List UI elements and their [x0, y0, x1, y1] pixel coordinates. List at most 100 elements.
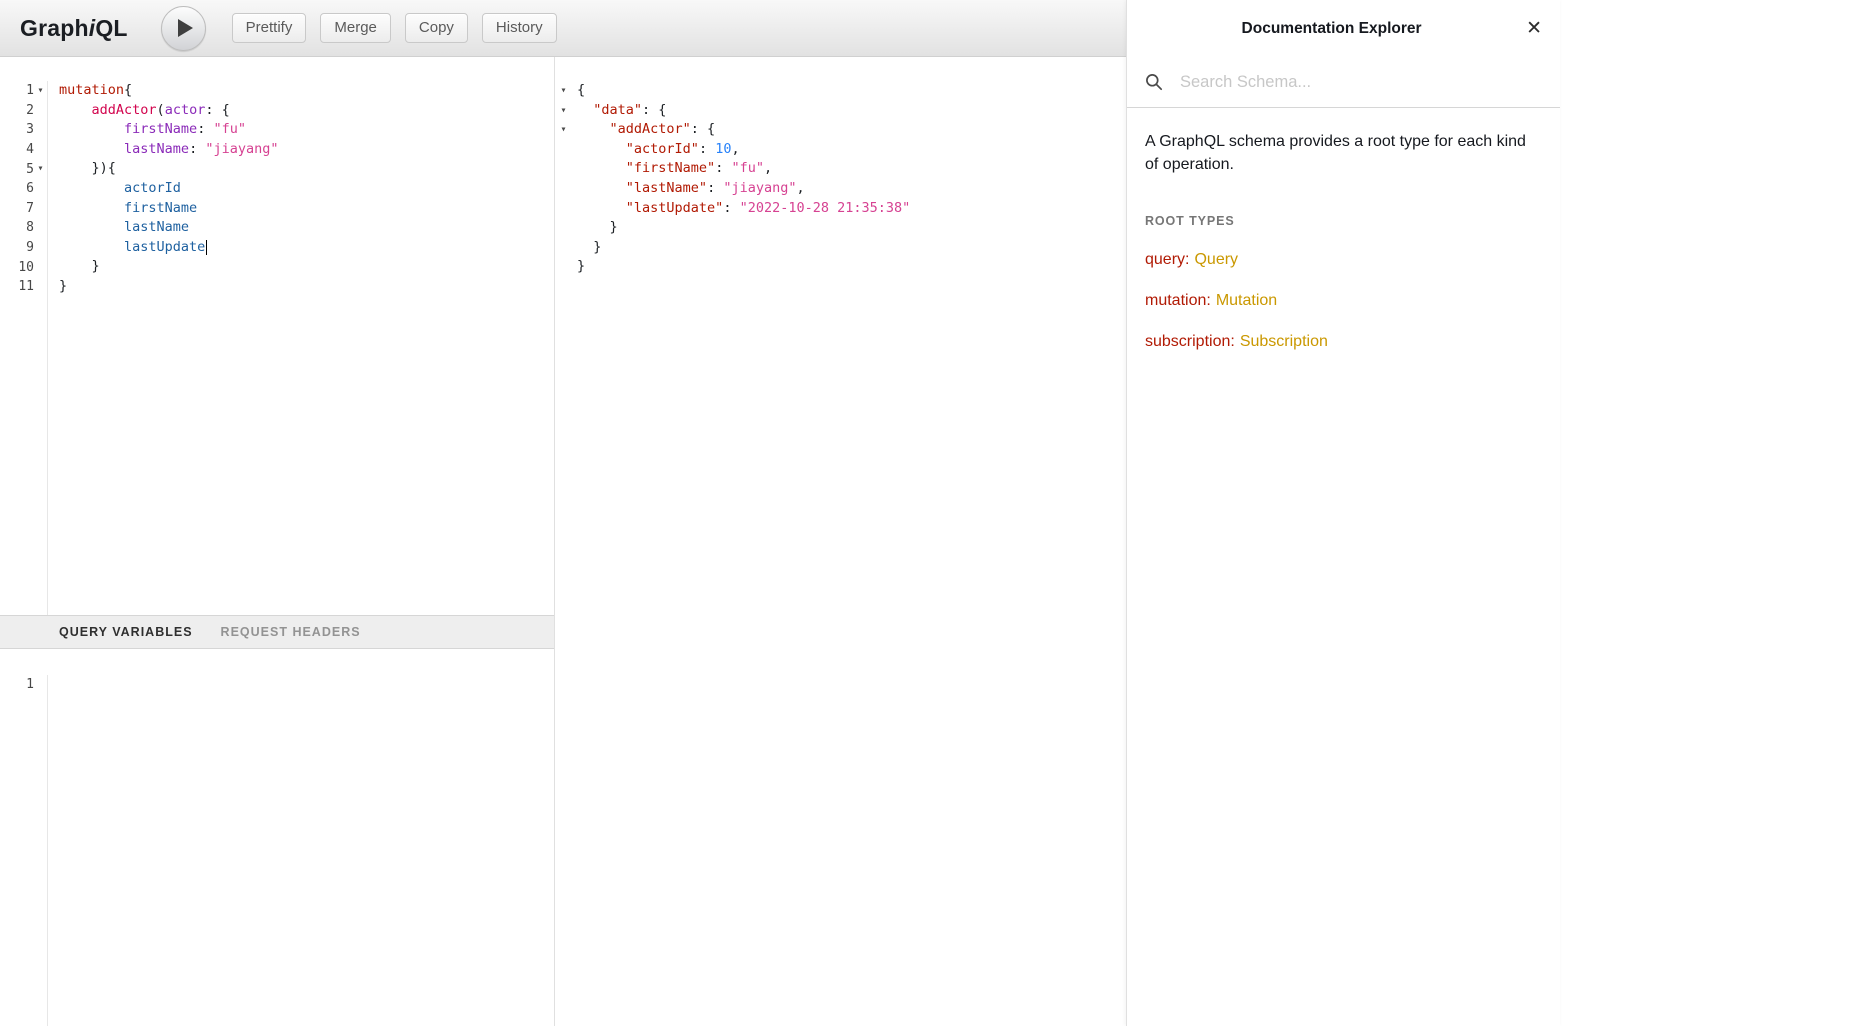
graphiql-app: GraphiQL Prettify Merge Copy History 1▾2… [0, 0, 1560, 1026]
gutter-line: 7 [0, 199, 47, 219]
gutter-line: 11 [0, 277, 47, 297]
line-number: 9 [26, 240, 34, 255]
search-icon [1145, 73, 1163, 91]
play-icon [178, 19, 193, 37]
variables-editor-code[interactable] [48, 675, 554, 1026]
code-line[interactable] [59, 675, 554, 695]
code-line: "firstName": "fu", [577, 159, 1126, 179]
gutter-line: ▾ [555, 120, 572, 140]
gutter-line: 9 [0, 238, 47, 258]
root-type-keyword: query: [1145, 251, 1189, 268]
root-type-link-subscription[interactable]: Subscription [1240, 333, 1328, 350]
gutter-line: ▾ [555, 101, 572, 121]
line-number: 8 [26, 220, 34, 235]
query-editor-gutter: 1▾2345▾67891011 [0, 81, 48, 615]
tab-request-headers[interactable]: REQUEST HEADERS [221, 625, 361, 639]
query-editor-code[interactable]: mutation{ addActor(actor: { firstName: "… [48, 81, 554, 615]
code-line[interactable]: firstName [59, 199, 554, 219]
graphiql-logo: GraphiQL [20, 15, 128, 42]
code-line[interactable]: }){ [59, 159, 554, 179]
search-schema-input[interactable] [1178, 72, 1542, 93]
code-line[interactable]: addActor(actor: { [59, 101, 554, 121]
gutter-line [555, 257, 572, 277]
schema-description: A GraphQL schema provides a root type fo… [1145, 130, 1530, 176]
gutter-line: 10 [0, 257, 47, 277]
root-type-link-query[interactable]: Query [1194, 251, 1238, 268]
root-type-mutation: mutation: Mutation [1145, 292, 1542, 310]
logo-text: QL [95, 15, 127, 41]
query-editor[interactable]: 1▾2345▾67891011 mutation{ addActor(actor… [0, 57, 554, 615]
main-area: 1▾2345▾67891011 mutation{ addActor(actor… [0, 57, 1126, 1026]
code-line[interactable]: lastName [59, 218, 554, 238]
tab-query-variables[interactable]: QUERY VARIABLES [59, 625, 193, 639]
line-number: 4 [26, 142, 34, 157]
response-fold-gutter: ▾▾▾ [555, 81, 572, 1026]
code-line: "actorId": 10, [577, 140, 1126, 160]
fold-arrow-icon[interactable]: ▾ [557, 120, 570, 140]
gutter-line [555, 140, 572, 160]
gutter-line: 3 [0, 120, 47, 140]
variables-editor-gutter: 1 [0, 675, 48, 1026]
logo-text: Graph [20, 15, 89, 41]
line-number: 3 [26, 122, 34, 137]
code-line: "data": { [577, 101, 1126, 121]
fold-arrow-icon[interactable]: ▾ [34, 81, 47, 101]
code-line: "lastName": "jiayang", [577, 179, 1126, 199]
doc-search-row [1127, 57, 1560, 108]
variables-editor[interactable]: 1 [0, 649, 554, 1026]
code-line: "lastUpdate": "2022-10-28 21:35:38" [577, 199, 1126, 219]
fold-arrow-icon[interactable]: ▾ [557, 81, 570, 101]
gutter-line: ▾ [555, 81, 572, 101]
doc-explorer-header: Documentation Explorer ✕ [1127, 0, 1560, 57]
root-type-link-mutation[interactable]: Mutation [1216, 292, 1277, 309]
code-line[interactable]: } [59, 257, 554, 277]
fold-arrow-icon[interactable]: ▾ [557, 101, 570, 121]
line-number: 1 [26, 83, 34, 98]
doc-explorer-title: Documentation Explorer [1141, 20, 1522, 38]
code-line[interactable]: firstName: "fu" [59, 120, 554, 140]
gutter-line [555, 238, 572, 258]
history-button[interactable]: History [482, 13, 557, 43]
doc-explorer-content: A GraphQL schema provides a root type fo… [1127, 108, 1560, 351]
response-viewer: ▾▾▾ { "data": { "addActor": { "actorId":… [555, 57, 1126, 1026]
execute-button[interactable] [161, 6, 206, 51]
code-line: } [577, 238, 1126, 258]
text-cursor [206, 240, 207, 255]
gutter-line [555, 179, 572, 199]
code-line[interactable]: lastUpdate [59, 238, 554, 258]
code-line[interactable]: } [59, 277, 554, 297]
gutter-line [555, 159, 572, 179]
code-line[interactable]: mutation{ [59, 81, 554, 101]
response-code: { "data": { "addActor": { "actorId": 10,… [572, 81, 1126, 1026]
copy-button[interactable]: Copy [405, 13, 468, 43]
gutter-line: 2 [0, 101, 47, 121]
variables-header: QUERY VARIABLES REQUEST HEADERS [0, 615, 554, 649]
gutter-line: 6 [0, 179, 47, 199]
code-line: } [577, 218, 1126, 238]
gutter-line [555, 218, 572, 238]
code-line: "addActor": { [577, 120, 1126, 140]
prettify-button[interactable]: Prettify [232, 13, 307, 43]
query-panel: 1▾2345▾67891011 mutation{ addActor(actor… [0, 57, 555, 1026]
merge-button[interactable]: Merge [320, 13, 391, 43]
code-line[interactable]: actorId [59, 179, 554, 199]
close-icon[interactable]: ✕ [1522, 15, 1546, 42]
gutter-line: 1▾ [0, 81, 47, 101]
code-line: } [577, 257, 1126, 277]
line-number: 6 [26, 181, 34, 196]
code-line[interactable]: lastName: "jiayang" [59, 140, 554, 160]
line-number: 10 [18, 260, 34, 275]
line-number: 1 [26, 677, 34, 692]
editor-section: GraphiQL Prettify Merge Copy History 1▾2… [0, 0, 1126, 1026]
code-line: { [577, 81, 1126, 101]
root-type-keyword: subscription: [1145, 333, 1235, 350]
topbar: GraphiQL Prettify Merge Copy History [0, 0, 1126, 57]
line-number: 2 [26, 103, 34, 118]
line-number: 7 [26, 201, 34, 216]
gutter-line: 1 [0, 675, 47, 695]
gutter-line: 8 [0, 218, 47, 238]
fold-arrow-icon[interactable]: ▾ [34, 159, 47, 179]
root-type-keyword: mutation: [1145, 292, 1211, 309]
root-types-heading: ROOT TYPES [1145, 214, 1542, 228]
root-type-query: query: Query [1145, 251, 1542, 269]
